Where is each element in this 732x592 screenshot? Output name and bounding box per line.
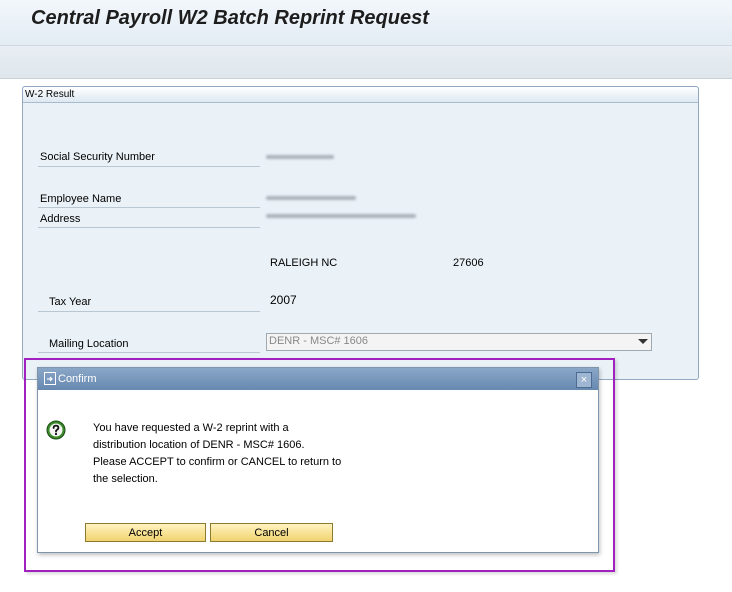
question-icon [46,420,66,440]
cancel-button[interactable]: Cancel [210,523,333,542]
page: Central Payroll W2 Batch Reprint Request… [0,0,732,592]
popup-window-icon [44,372,56,385]
group-header: W-2 Result [23,87,698,103]
mailing-location-select[interactable]: DENR - MSC# 1606 [266,333,652,351]
dialog-message: You have requested a W-2 reprint with a … [93,420,341,488]
tax-year-underline [38,311,260,312]
city-state-value: RALEIGH NC [270,257,338,269]
mailing-location-selected: DENR - MSC# 1606 [269,335,369,347]
ssn-value-redacted [266,155,334,159]
close-icon[interactable]: × [576,372,592,388]
message-line: You have requested a W-2 reprint with a [93,422,289,434]
confirm-dialog: Confirm × You have requested a W-2 repri… [37,367,599,553]
employee-name-redacted [266,196,356,200]
title-bar: Central Payroll W2 Batch Reprint Request [0,0,732,45]
zip-value: 27606 [453,257,484,269]
mailing-location-underline [38,352,260,353]
employee-name-label: Employee Name [40,193,122,205]
dialog-title: Confirm [58,373,97,385]
page-title: Central Payroll W2 Batch Reprint Request [31,7,429,29]
ssn-label: Social Security Number [40,151,155,163]
group-title: W-2 Result [25,89,75,100]
address-value-redacted [266,214,416,218]
mailing-location-label: Mailing Location [49,338,129,350]
message-line: distribution location of DENR - MSC# 160… [93,439,305,451]
tax-year-value: 2007 [270,293,297,307]
application-toolbar [0,45,732,79]
chevron-down-icon[interactable] [638,339,648,344]
address-label: Address [40,213,81,225]
message-line: Please ACCEPT to confirm or CANCEL to re… [93,456,342,468]
tax-year-label: Tax Year [49,296,92,308]
dialog-header: Confirm × [38,368,598,390]
accept-button[interactable]: Accept [85,523,206,542]
address-underline [38,227,260,228]
ssn-label-underline [38,166,260,167]
employee-name-underline [38,207,260,208]
message-line: the selection. [93,473,158,485]
